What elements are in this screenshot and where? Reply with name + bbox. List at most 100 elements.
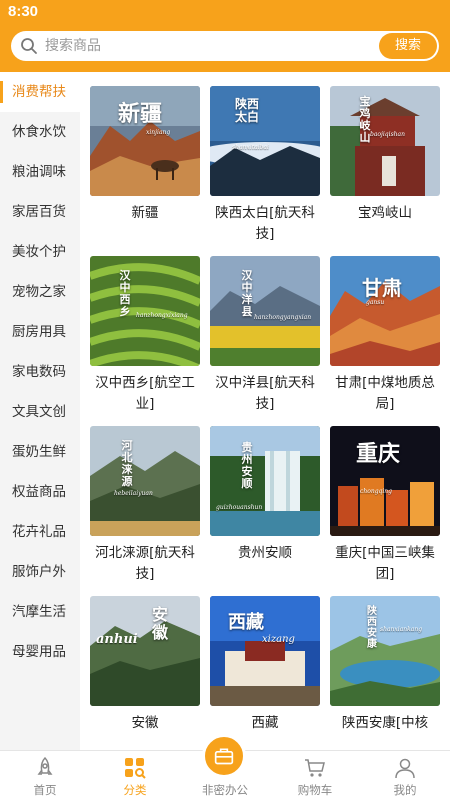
nav-cart[interactable]: 购物车 [270, 751, 360, 800]
sidebar-item-stationery[interactable]: 文具文创 [0, 392, 80, 432]
tile-subtitle: gansu [366, 299, 385, 306]
cart-icon [305, 759, 325, 777]
region-image: 甘肃 gansu [330, 256, 440, 366]
nav-home[interactable]: 首页 [0, 751, 90, 800]
tile-subtitle: xizang [262, 634, 295, 645]
sidebar-item-grain-oil[interactable]: 粮油调味 [0, 152, 80, 192]
sidebar-item-electronics[interactable]: 家电数码 [0, 352, 80, 392]
region-tile[interactable]: 甘肃 gansu 甘肃[中煤地质总局] [330, 256, 440, 426]
tile-subtitle: hanzhongyangxian [254, 314, 312, 321]
search-button[interactable]: 搜索 [379, 33, 437, 59]
region-tile[interactable]: 河北涞源 hebeilaiyuan 河北涞源[航天科技] [90, 426, 200, 596]
tile-title: 河北涞源 [121, 439, 133, 488]
nav-cart-label: 购物车 [297, 783, 333, 797]
tile-subtitle: shanxiankang [380, 626, 423, 633]
region-image: 汉中西乡 hanzhongxixiang [90, 256, 200, 366]
category-icon [125, 758, 146, 779]
sidebar-item-benefits[interactable]: 权益商品 [0, 472, 80, 512]
region-image: 安徽 anhui [90, 596, 200, 706]
sidebar-item-flowers-gifts[interactable]: 花卉礼品 [0, 512, 80, 552]
region-label: 贵州安顺 [238, 545, 292, 561]
sidebar-item-apparel-outdoor[interactable]: 服饰户外 [0, 552, 80, 592]
tile-subtitle: xinjiang [146, 129, 171, 136]
region-tile[interactable]: 新疆 xinjiang 新疆 [90, 86, 200, 256]
nav-profile-label: 我的 [393, 783, 417, 797]
region-image: 陕西安康 shanxiankang [330, 596, 440, 706]
office-button[interactable] [202, 734, 246, 778]
region-tile[interactable]: 贵州安顺 guizhouanshun 贵州安顺 [210, 426, 320, 596]
tile-title: 汉中洋县 [241, 269, 253, 318]
category-sidebar: 消费帮扶 休食水饮 粮油调味 家居百货 美妆个护 宠物之家 厨房用具 家电数码 … [0, 72, 80, 750]
bottom-nav: 首页 分类 非密办公 购物车 我的 [0, 734, 450, 800]
region-image: 陕西太白 shanxitaibai [210, 86, 320, 196]
region-image: 贵州安顺 guizhouanshun [210, 426, 320, 536]
search-bar: 搜索 [11, 31, 439, 61]
nav-home-label: 首页 [33, 783, 57, 797]
sidebar-item-pets[interactable]: 宠物之家 [0, 272, 80, 312]
tile-subtitle: baojiqishan [370, 131, 405, 138]
product-grid-panel: 新疆 xinjiang 新疆 陕西太白 shanxitaibai 陕西太白[航天… [80, 72, 450, 750]
sidebar-item-snacks-drinks[interactable]: 休食水饮 [0, 112, 80, 152]
tile-subtitle: shanxitaibai [232, 144, 269, 151]
top-bar: 8:30 搜索 [0, 0, 450, 72]
region-label: 安徽 [131, 715, 159, 731]
region-label: 重庆[中国三峡集团] [335, 545, 435, 582]
region-label: 宝鸡岐山 [358, 205, 412, 221]
nav-category[interactable]: 分类 [90, 751, 180, 800]
region-image: 汉中洋县 hanzhongyangxian [210, 256, 320, 366]
region-image: 西藏 xizang [210, 596, 320, 706]
region-label: 汉中西乡[航空工业] [95, 375, 195, 412]
sidebar-item-auto[interactable]: 汽摩生活 [0, 592, 80, 632]
region-tile[interactable]: 宝鸡岐山 baojiqishan 宝鸡岐山 [330, 86, 440, 256]
tile-subtitle: hanzhongxixiang [136, 312, 188, 319]
sidebar-item-baby[interactable]: 母婴用品 [0, 632, 80, 672]
search-icon [21, 38, 37, 54]
tile-title: 安徽 [151, 605, 168, 642]
status-time: 8:30 [8, 3, 39, 20]
tile-title: 甘肃 [362, 276, 402, 300]
region-label: 汉中洋县[航天科技] [215, 375, 315, 412]
region-tile[interactable]: 陕西安康 shanxiankang 陕西安康[中核 [330, 596, 440, 750]
region-grid: 新疆 xinjiang 新疆 陕西太白 shanxitaibai 陕西太白[航天… [90, 86, 450, 750]
region-tile[interactable]: 汉中西乡 hanzhongxixiang 汉中西乡[航空工业] [90, 256, 200, 426]
tile-subtitle: chongqing [360, 488, 393, 495]
nav-office[interactable]: 非密办公 [180, 734, 270, 800]
search-input[interactable] [45, 31, 375, 61]
tile-title: 陕西安康 [367, 606, 377, 650]
region-label: 甘肃[中煤地质总局] [335, 375, 435, 412]
nav-office-label: 非密办公 [202, 783, 248, 797]
nav-profile[interactable]: 我的 [360, 751, 450, 800]
tile-title: 重庆 [356, 441, 401, 467]
region-label: 西藏 [251, 715, 279, 731]
region-image: 宝鸡岐山 baojiqishan [330, 86, 440, 196]
region-image: 重庆 chongqing [330, 426, 440, 536]
tile-title: 汉中西乡 [119, 269, 131, 318]
sidebar-item-beauty[interactable]: 美妆个护 [0, 232, 80, 272]
region-tile[interactable]: 安徽 anhui 安徽 [90, 596, 200, 750]
tile-subtitle: hebeilaiyuan [114, 490, 153, 497]
user-icon [395, 758, 415, 779]
region-tile[interactable]: 陕西太白 shanxitaibai 陕西太白[航天科技] [210, 86, 320, 256]
tile-subtitle: anhui [96, 632, 138, 647]
tile-title: 西藏 [228, 612, 264, 633]
region-label: 陕西太白[航天科技] [215, 205, 315, 242]
sidebar-item-kitchen[interactable]: 厨房用具 [0, 312, 80, 352]
tile-title: 陕西太白 [234, 97, 259, 124]
tile-title: 新疆 [118, 101, 163, 127]
sidebar-item-fresh[interactable]: 蛋奶生鲜 [0, 432, 80, 472]
region-label: 新疆 [131, 205, 159, 221]
region-tile[interactable]: 西藏 xizang 西藏 [210, 596, 320, 750]
sidebar-item-consumption-aid[interactable]: 消费帮扶 [0, 72, 80, 112]
rocket-icon [37, 756, 53, 775]
sidebar-item-home-goods[interactable]: 家居百货 [0, 192, 80, 232]
region-label: 陕西安康[中核 [341, 715, 429, 731]
region-tile[interactable]: 重庆 chongqing 重庆[中国三峡集团] [330, 426, 440, 596]
region-image: 新疆 xinjiang [90, 86, 200, 196]
nav-category-label: 分类 [123, 783, 147, 797]
briefcase-icon [214, 748, 234, 765]
tile-subtitle: guizhouanshun [216, 504, 263, 511]
tile-title: 贵州安顺 [241, 441, 253, 490]
region-image: 河北涞源 hebeilaiyuan [90, 426, 200, 536]
region-tile[interactable]: 汉中洋县 hanzhongyangxian 汉中洋县[航天科技] [210, 256, 320, 426]
region-label: 河北涞源[航天科技] [95, 545, 195, 582]
